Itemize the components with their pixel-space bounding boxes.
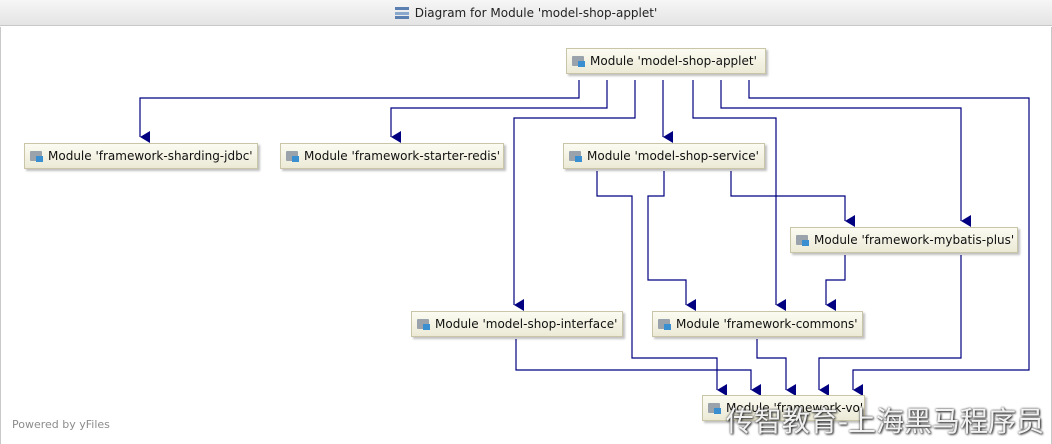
node-model-shop-applet[interactable]: Module 'model-shop-applet' [566,48,766,74]
module-icon [569,150,583,162]
node-label: Module 'framework-starter-redis' [304,149,501,163]
edge-service-mybatis [730,171,855,227]
module-icon [572,55,586,67]
edge-applet-commons [692,80,786,311]
node-label: Module 'framework-sharding-jdbc' [48,149,253,163]
edge-applet-redis [390,80,608,143]
node-framework-mybatis-plus[interactable]: Module 'framework-mybatis-plus' [790,227,1018,253]
module-icon [708,402,722,414]
node-label: Module 'model-shop-service' [587,149,759,163]
edge-interface-vo [515,339,761,396]
edge-mybatis-commons [825,255,846,311]
node-label: Module 'model-shop-applet' [590,54,757,68]
module-icon [417,318,431,330]
powered-by-label: Powered by yFiles [12,418,110,431]
watermark-text: 传智教育-上海黑马程序员 [725,405,1044,438]
module-icon [658,318,672,330]
edge-commons-vo [756,339,796,396]
node-model-shop-service[interactable]: Module 'model-shop-service' [563,143,765,169]
node-framework-commons[interactable]: Module 'framework-commons' [652,311,863,337]
edge-applet-interface [513,80,636,311]
node-model-shop-interface[interactable]: Module 'model-shop-interface' [411,311,623,337]
edge-service-commons [647,171,696,311]
node-label: Module 'framework-mybatis-plus' [814,233,1015,247]
module-icon [796,234,810,246]
node-framework-sharding-jdbc[interactable]: Module 'framework-sharding-jdbc' [24,143,258,169]
node-label: Module 'framework-commons' [676,317,858,331]
module-icon [30,150,44,162]
node-framework-starter-redis[interactable]: Module 'framework-starter-redis' [280,143,504,169]
module-icon [286,150,300,162]
dependency-edges [139,80,1030,396]
node-label: Module 'model-shop-interface' [435,317,618,331]
